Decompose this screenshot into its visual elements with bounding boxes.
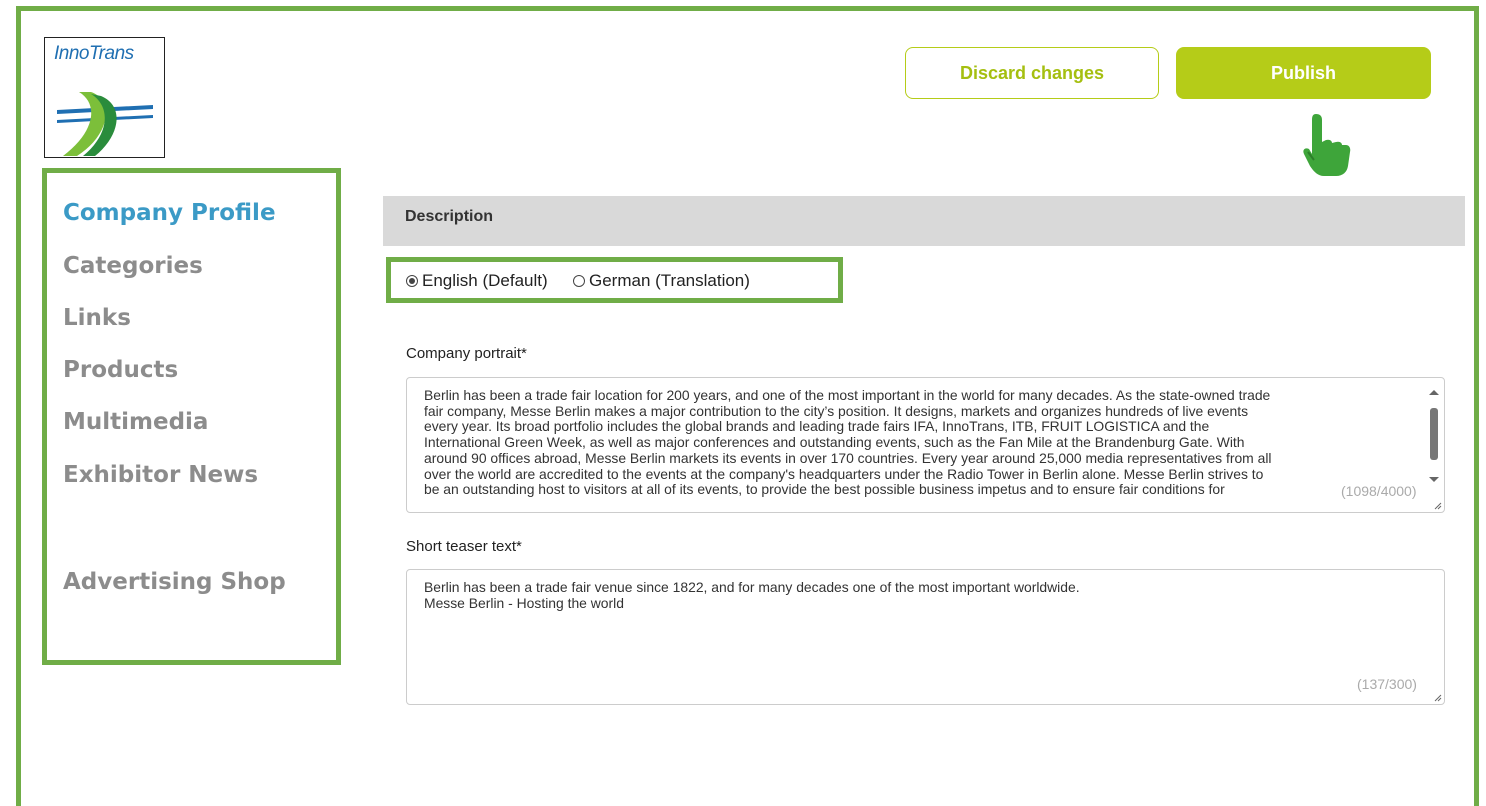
company-portrait-label: Company portrait* xyxy=(406,345,527,362)
sidebar-item-company-profile[interactable]: Company Profile xyxy=(63,200,276,226)
scroll-up-icon[interactable] xyxy=(1428,388,1440,396)
language-option-english-label: English (Default) xyxy=(422,271,548,290)
company-portrait-text: Berlin has been a trade fair location fo… xyxy=(424,387,1272,498)
short-teaser-counter: (137/300) xyxy=(1357,676,1417,692)
sidebar-item-advertising-shop[interactable]: Advertising Shop xyxy=(63,569,286,595)
company-portrait-counter: (1098/4000) xyxy=(1341,483,1417,499)
company-portrait-textarea[interactable]: Berlin has been a trade fair location fo… xyxy=(406,377,1445,513)
radio-unchecked-icon[interactable] xyxy=(573,275,585,287)
section-header-description: Description xyxy=(383,196,1465,246)
language-option-english[interactable]: English (Default) xyxy=(406,271,548,291)
language-option-german-label: German (Translation) xyxy=(589,271,750,290)
innotrans-logo: InnoTrans xyxy=(44,37,165,158)
logo-text: InnoTrans xyxy=(54,43,134,64)
scroll-down-icon[interactable] xyxy=(1428,476,1440,484)
discard-changes-button[interactable]: Discard changes xyxy=(905,47,1159,99)
scrollbar-thumb[interactable] xyxy=(1430,408,1438,460)
sidebar-item-products[interactable]: Products xyxy=(63,357,178,383)
radio-checked-icon[interactable] xyxy=(406,275,418,287)
sidebar-item-exhibitor-news[interactable]: Exhibitor News xyxy=(63,462,258,488)
logo-track-graphic xyxy=(57,92,153,156)
language-option-german[interactable]: German (Translation) xyxy=(573,271,750,291)
pointing-hand-icon xyxy=(1303,114,1351,176)
short-teaser-label: Short teaser text* xyxy=(406,538,522,555)
sidebar-item-categories[interactable]: Categories xyxy=(63,253,203,279)
resize-handle-icon[interactable] xyxy=(1434,502,1442,510)
short-teaser-text: Berlin has been a trade fair venue since… xyxy=(424,579,1080,611)
company-portrait-scrollbar[interactable] xyxy=(1428,386,1440,490)
language-selector: English (Default) German (Translation) xyxy=(386,257,843,303)
sidebar-nav: Company Profile Categories Links Product… xyxy=(42,168,341,665)
sidebar-item-multimedia[interactable]: Multimedia xyxy=(63,409,208,435)
resize-handle-icon[interactable] xyxy=(1434,694,1442,702)
publish-button[interactable]: Publish xyxy=(1176,47,1431,99)
short-teaser-textarea[interactable]: Berlin has been a trade fair venue since… xyxy=(406,569,1445,705)
sidebar-item-links[interactable]: Links xyxy=(63,305,131,331)
